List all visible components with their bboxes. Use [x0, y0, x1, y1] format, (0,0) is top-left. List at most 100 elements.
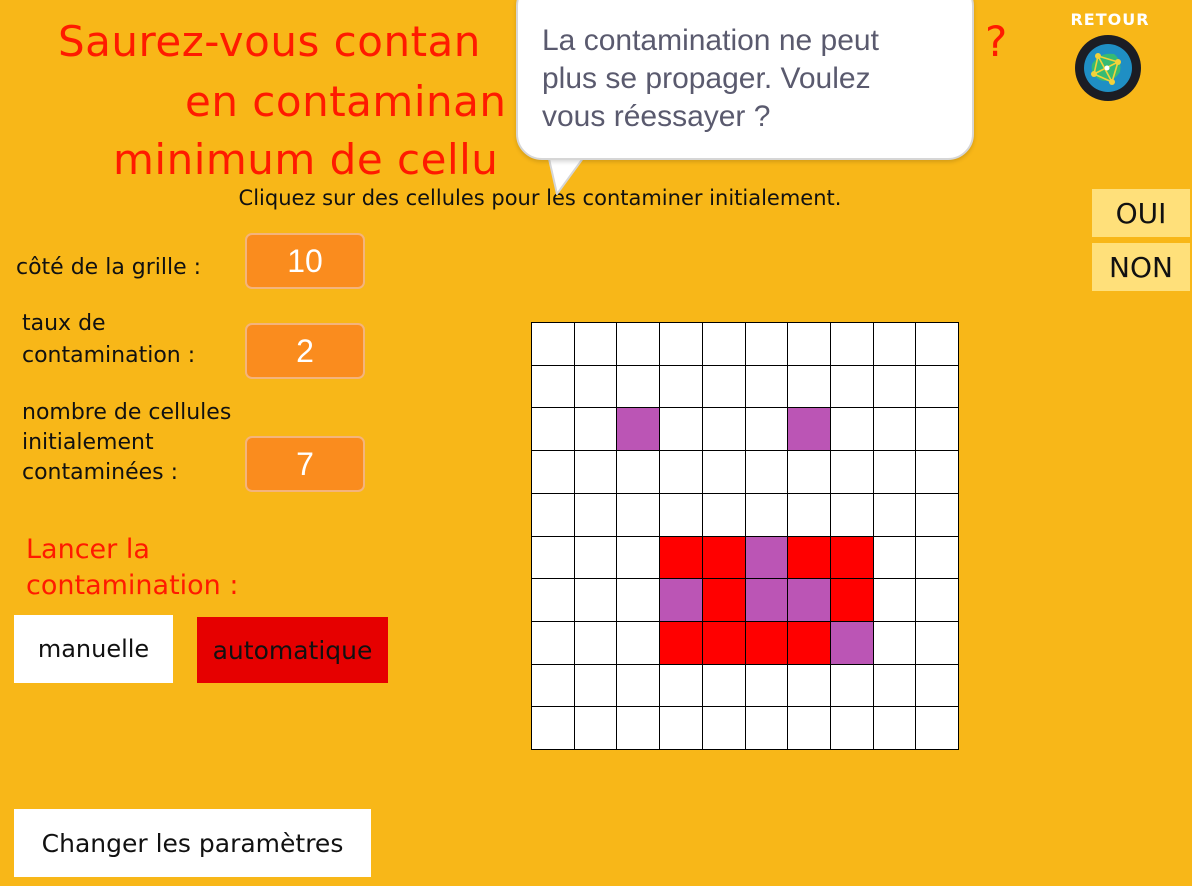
- grid-cell[interactable]: [532, 365, 574, 408]
- grid-cell[interactable]: [873, 579, 916, 621]
- grid-cell[interactable]: [532, 323, 574, 365]
- grid-cell[interactable]: [916, 536, 958, 579]
- grid-cell[interactable]: [873, 664, 916, 707]
- grid-cell[interactable]: [617, 408, 660, 451]
- yes-button[interactable]: OUI: [1092, 189, 1190, 237]
- grid-cell[interactable]: [617, 451, 660, 493]
- grid-cell[interactable]: [788, 621, 830, 664]
- grid-cell[interactable]: [660, 408, 702, 451]
- grid-cell[interactable]: [532, 707, 574, 749]
- grid-cell[interactable]: [702, 323, 745, 365]
- grid-cell[interactable]: [873, 621, 916, 664]
- grid-cell[interactable]: [745, 323, 788, 365]
- grid-cell[interactable]: [702, 664, 745, 707]
- grid-cell[interactable]: [574, 365, 617, 408]
- grid-cell[interactable]: [617, 664, 660, 707]
- grid-cell[interactable]: [745, 579, 788, 621]
- grid-cell[interactable]: [660, 707, 702, 749]
- grid-cell[interactable]: [788, 536, 830, 579]
- grid-cell[interactable]: [830, 365, 873, 408]
- grid-cell[interactable]: [745, 493, 788, 536]
- grid-cell[interactable]: [702, 493, 745, 536]
- grid-cell[interactable]: [788, 408, 830, 451]
- grid-cell[interactable]: [745, 536, 788, 579]
- grid-cell[interactable]: [830, 536, 873, 579]
- grid-cell[interactable]: [574, 664, 617, 707]
- grid-cell[interactable]: [574, 451, 617, 493]
- grid-cell[interactable]: [788, 365, 830, 408]
- grid-cell[interactable]: [745, 408, 788, 451]
- grid-cell[interactable]: [873, 493, 916, 536]
- grid-cell[interactable]: [745, 365, 788, 408]
- grid-cell[interactable]: [745, 621, 788, 664]
- grid-cell[interactable]: [660, 621, 702, 664]
- grid-cell[interactable]: [916, 365, 958, 408]
- grid-cell[interactable]: [873, 536, 916, 579]
- grid-side-field[interactable]: 10: [245, 233, 365, 289]
- grid-cell[interactable]: [830, 579, 873, 621]
- grid-cell[interactable]: [660, 493, 702, 536]
- grid-cell[interactable]: [574, 493, 617, 536]
- grid-cell[interactable]: [745, 707, 788, 749]
- grid-cell[interactable]: [788, 664, 830, 707]
- grid-cell[interactable]: [574, 579, 617, 621]
- grid-cell[interactable]: [830, 451, 873, 493]
- grid-cell[interactable]: [830, 408, 873, 451]
- grid-cell[interactable]: [916, 621, 958, 664]
- grid-cell[interactable]: [660, 451, 702, 493]
- grid-cell[interactable]: [702, 707, 745, 749]
- grid-cell[interactable]: [532, 408, 574, 451]
- globe-network-icon[interactable]: [1074, 34, 1142, 102]
- grid-cell[interactable]: [617, 365, 660, 408]
- change-params-button[interactable]: Changer les paramètres: [14, 809, 371, 877]
- grid-cell[interactable]: [660, 536, 702, 579]
- grid-cell[interactable]: [617, 707, 660, 749]
- rate-field[interactable]: 2: [245, 323, 365, 379]
- grid-cell[interactable]: [617, 579, 660, 621]
- grid-cell[interactable]: [830, 493, 873, 536]
- manual-button[interactable]: manuelle: [14, 615, 173, 683]
- grid-cell[interactable]: [702, 365, 745, 408]
- grid-cell[interactable]: [916, 408, 958, 451]
- automatic-button[interactable]: automatique: [197, 617, 388, 683]
- grid-cell[interactable]: [532, 621, 574, 664]
- retour-label[interactable]: RETOUR: [1050, 10, 1170, 29]
- grid-cell[interactable]: [873, 408, 916, 451]
- count-field[interactable]: 7: [245, 436, 365, 492]
- grid-cell[interactable]: [617, 621, 660, 664]
- grid-cell[interactable]: [873, 707, 916, 749]
- grid-cell[interactable]: [702, 451, 745, 493]
- grid-cell[interactable]: [660, 365, 702, 408]
- grid-cell[interactable]: [702, 408, 745, 451]
- grid-cell[interactable]: [574, 621, 617, 664]
- grid-cell[interactable]: [532, 664, 574, 707]
- grid-cell[interactable]: [617, 493, 660, 536]
- grid-cell[interactable]: [873, 365, 916, 408]
- grid-cell[interactable]: [574, 536, 617, 579]
- grid-cell[interactable]: [788, 493, 830, 536]
- grid-cell[interactable]: [617, 323, 660, 365]
- grid-cell[interactable]: [788, 451, 830, 493]
- grid-cell[interactable]: [873, 451, 916, 493]
- grid-cell[interactable]: [617, 536, 660, 579]
- grid-cell[interactable]: [873, 323, 916, 365]
- no-button[interactable]: NON: [1092, 243, 1190, 291]
- grid-cell[interactable]: [830, 621, 873, 664]
- grid-cell[interactable]: [702, 621, 745, 664]
- grid-cell[interactable]: [788, 579, 830, 621]
- grid-cell[interactable]: [532, 579, 574, 621]
- grid-cell[interactable]: [660, 323, 702, 365]
- grid-cell[interactable]: [574, 707, 617, 749]
- grid-cell[interactable]: [788, 707, 830, 749]
- grid-cell[interactable]: [532, 536, 574, 579]
- grid-cell[interactable]: [702, 536, 745, 579]
- grid-cell[interactable]: [532, 493, 574, 536]
- grid-cell[interactable]: [916, 664, 958, 707]
- grid-cell[interactable]: [660, 664, 702, 707]
- grid-cell[interactable]: [830, 707, 873, 749]
- grid-cell[interactable]: [916, 323, 958, 365]
- grid-cell[interactable]: [574, 323, 617, 365]
- grid-cell[interactable]: [788, 323, 830, 365]
- grid-cell[interactable]: [574, 408, 617, 451]
- grid-cell[interactable]: [660, 579, 702, 621]
